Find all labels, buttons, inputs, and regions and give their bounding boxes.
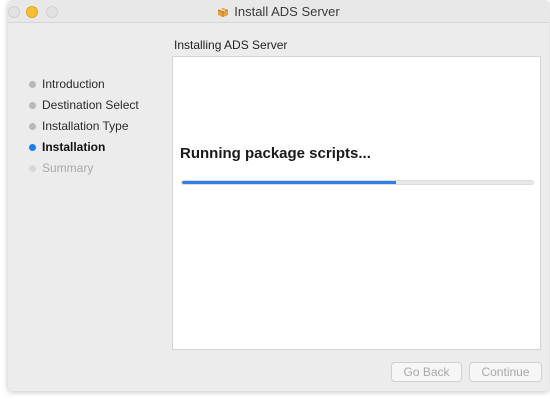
page-heading: Installing ADS Server — [174, 38, 288, 52]
title-bar[interactable]: Install ADS Server — [8, 0, 549, 23]
step-indicator-icon — [29, 144, 36, 151]
progress-fill — [182, 181, 397, 184]
step-indicator-icon — [29, 165, 36, 172]
content-pane: Running package scripts... — [172, 56, 541, 350]
step-indicator-icon — [29, 123, 36, 130]
status-text: Running package scripts... — [180, 145, 371, 162]
step-label: Installation Type — [42, 119, 129, 133]
window-title: Install ADS Server — [8, 4, 549, 19]
step-label: Introduction — [42, 77, 105, 91]
step-destination-select: Destination Select — [8, 95, 168, 116]
go-back-button[interactable]: Go Back — [391, 362, 462, 382]
package-icon — [218, 8, 229, 17]
installer-steps: Introduction Destination Select Installati… — [8, 74, 168, 179]
installer-window: Install ADS Server Installing ADS Server… — [8, 0, 549, 391]
step-label: Destination Select — [42, 98, 139, 112]
continue-button[interactable]: Continue — [469, 362, 542, 382]
step-indicator-icon — [29, 102, 36, 109]
step-label: Installation — [42, 140, 106, 154]
progress-bar — [181, 180, 534, 185]
step-summary: Summary — [8, 158, 168, 179]
window-title-text: Install ADS Server — [234, 4, 340, 19]
step-introduction: Introduction — [8, 74, 168, 95]
step-installation-type: Installation Type — [8, 116, 168, 137]
step-installation: Installation — [8, 137, 168, 158]
step-label: Summary — [42, 161, 94, 175]
step-indicator-icon — [29, 81, 36, 88]
